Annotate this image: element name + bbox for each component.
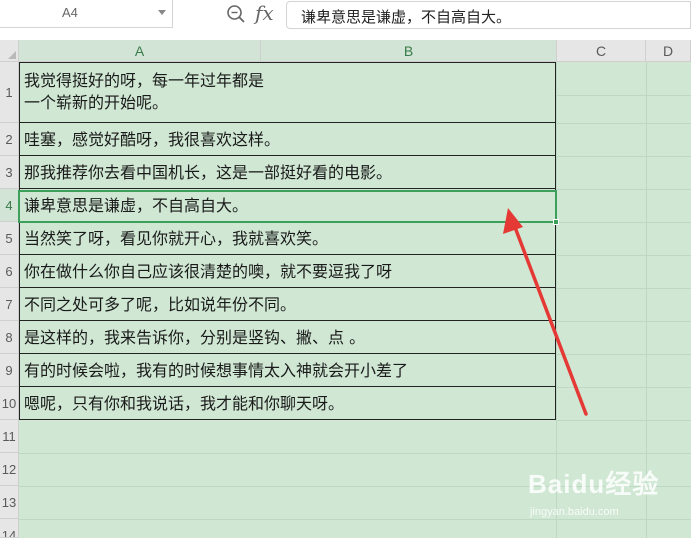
row-header-3[interactable]: 3 <box>0 156 19 189</box>
column-header-a[interactable]: A <box>19 40 261 62</box>
cell-a3[interactable]: 那我推荐你去看中国机长，这是一部挺好看的电影。 <box>19 156 556 189</box>
column-header-d[interactable]: D <box>646 40 691 62</box>
fill-handle[interactable] <box>553 219 559 225</box>
cell-a8[interactable]: 是这样的，我来告诉你，分别是竖钩、撇、点 。 <box>19 321 556 354</box>
chevron-down-icon[interactable] <box>158 10 166 15</box>
row-header-8[interactable]: 8 <box>0 321 19 354</box>
row-header-6[interactable]: 6 <box>0 255 19 288</box>
formula-bar: A4 fx 谦卑意思是谦虚，不自高自大。 <box>0 0 691 34</box>
name-box-value: A4 <box>62 5 78 20</box>
row-header-14[interactable]: 14 <box>0 519 19 538</box>
row-header-4[interactable]: 4 <box>0 189 19 222</box>
formula-input[interactable]: 谦卑意思是谦虚，不自高自大。 <box>286 1 691 29</box>
fx-icon[interactable]: fx <box>255 1 274 25</box>
row-header-5[interactable]: 5 <box>0 222 19 255</box>
cell-a2[interactable]: 哇塞，感觉好酷呀，我很喜欢这样。 <box>19 123 556 156</box>
row-header-13[interactable]: 13 <box>0 486 19 519</box>
watermark-url: jingyan.baidu.com <box>530 506 619 518</box>
column-header-c[interactable]: C <box>557 40 646 62</box>
cell-a4[interactable]: 谦卑意思是谦虚，不自高自大。 <box>19 189 556 222</box>
column-header-b[interactable]: B <box>261 40 557 62</box>
row-header-2[interactable]: 2 <box>0 123 19 156</box>
cell-a6[interactable]: 你在做什么你自己应该很清楚的噢，就不要逗我了呀 <box>19 255 556 288</box>
name-box[interactable]: A4 <box>0 0 173 28</box>
baidu-watermark: Baidu经验 jingyan.baidu.com <box>528 464 688 524</box>
zoom-icon[interactable] <box>226 4 246 24</box>
select-all-corner[interactable] <box>0 40 19 62</box>
row-header-10[interactable]: 10 <box>0 387 19 420</box>
cell-a10[interactable]: 嗯呢，只有你和我说话，我才能和你聊天呀。 <box>19 387 556 420</box>
watermark-brand: Baidu经验 <box>528 469 660 499</box>
row-header-1[interactable]: 1 <box>0 62 19 123</box>
cell-a1-line1: 我觉得挺好的呀，每一年过年都是 <box>24 71 265 90</box>
formula-text: 谦卑意思是谦虚，不自高自大。 <box>301 8 512 26</box>
cell-a7[interactable]: 不同之处可多了呢，比如说年份不同。 <box>19 288 556 321</box>
row-header-7[interactable]: 7 <box>0 288 19 321</box>
cell-a1-line2: 一个崭新的开始呢。 <box>24 93 169 112</box>
row-header-12[interactable]: 12 <box>0 453 19 486</box>
row-header-9[interactable]: 9 <box>0 354 19 387</box>
cell-a9[interactable]: 有的时候会啦，我有的时候想事情太入神就会开小差了 <box>19 354 556 387</box>
cell-a1[interactable]: 我觉得挺好的呀，每一年过年都是 一个崭新的开始呢。 <box>19 62 556 123</box>
cell-a5[interactable]: 当然笑了呀，看见你就开心，我就喜欢笑。 <box>19 222 556 255</box>
row-header-11[interactable]: 11 <box>0 420 19 453</box>
